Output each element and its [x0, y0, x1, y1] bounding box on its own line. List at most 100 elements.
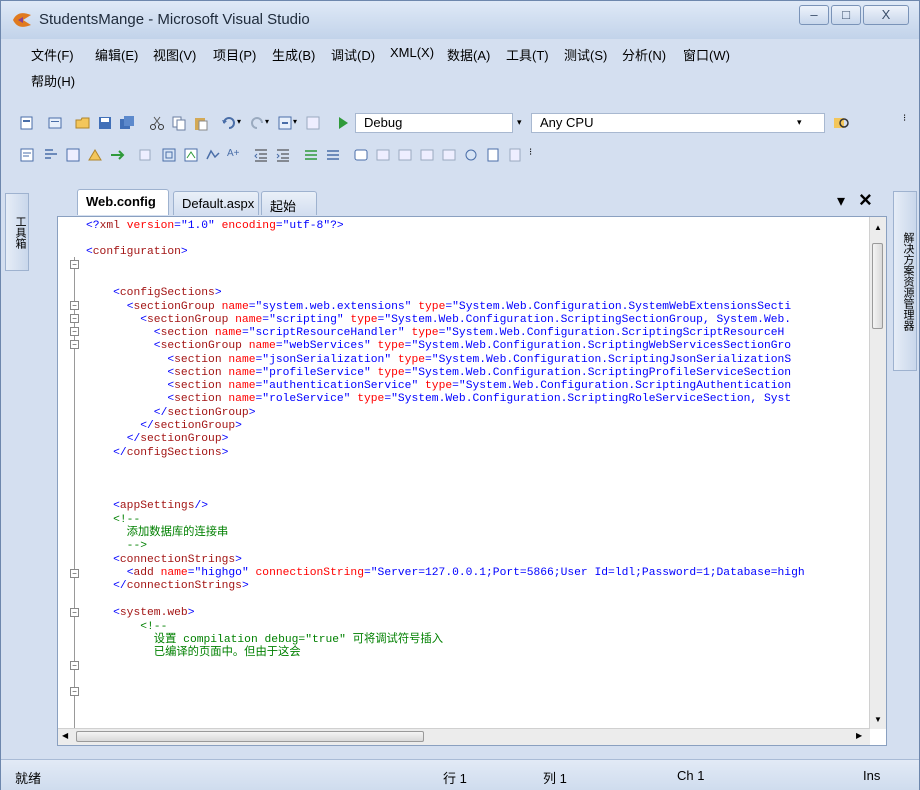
- tab-default-aspx[interactable]: Default.aspx: [173, 191, 259, 215]
- tb2-icon-6[interactable]: [137, 147, 153, 163]
- code-line[interactable]: <configuration>: [86, 246, 188, 259]
- tb2-icon-7[interactable]: [161, 147, 177, 163]
- code-line[interactable]: <section name="jsonSerialization" type="…: [86, 354, 791, 367]
- tb2-icon-2[interactable]: [43, 147, 59, 163]
- uncomment-icon[interactable]: [325, 147, 341, 163]
- fold-toggle-sectiongroup-1[interactable]: −: [70, 314, 79, 323]
- code-line[interactable]: <configSections>: [86, 287, 221, 300]
- tb2-icon-10[interactable]: [353, 147, 369, 163]
- code-line[interactable]: 设置 compilation debug="true" 可将调试符号插入: [86, 634, 443, 647]
- start-debugging-icon[interactable]: [335, 115, 351, 131]
- paste-icon[interactable]: [193, 115, 209, 131]
- menu-debug[interactable]: 调试(D): [331, 45, 375, 64]
- tb2-icon-1[interactable]: [19, 147, 35, 163]
- code-line[interactable]: <!--: [86, 514, 140, 527]
- tb2-icon-12[interactable]: [397, 147, 413, 163]
- redo-dropdown-icon[interactable]: ▾: [265, 117, 269, 126]
- tb2-icon-11[interactable]: [375, 147, 391, 163]
- tb2-icon-8[interactable]: [183, 147, 199, 163]
- code-line[interactable]: 已编译的页面中。但由于这会: [86, 647, 301, 660]
- menu-help[interactable]: 帮助(H): [31, 71, 75, 90]
- code-line[interactable]: </sectionGroup>: [86, 433, 229, 446]
- menu-data[interactable]: 数据(A): [447, 45, 490, 64]
- navigate-back-icon[interactable]: [305, 115, 321, 131]
- tb2-icon-13[interactable]: [419, 147, 435, 163]
- cut-icon[interactable]: [149, 115, 165, 131]
- code-line[interactable]: </configSections>: [86, 447, 228, 460]
- solution-platform-combo[interactable]: Any CPU: [531, 113, 825, 133]
- menu-build[interactable]: 生成(B): [272, 45, 315, 64]
- new-project-icon[interactable]: [19, 115, 35, 131]
- code-line[interactable]: 添加数据库的连接串: [86, 527, 229, 540]
- tb2-icon-9[interactable]: [205, 147, 221, 163]
- code-line[interactable]: <section name="profileService" type="Sys…: [86, 367, 791, 380]
- menu-test[interactable]: 测试(S): [564, 45, 607, 64]
- code-line[interactable]: <sectionGroup name="scripting" type="Sys…: [86, 314, 791, 327]
- tab-list-dropdown-icon[interactable]: ▾: [837, 191, 845, 211]
- copy-icon[interactable]: [171, 115, 187, 131]
- fold-toggle-sectiongroup-2[interactable]: −: [70, 327, 79, 336]
- solution-configuration-dropdown-icon[interactable]: ▾: [517, 117, 522, 128]
- comment-icon[interactable]: [303, 147, 319, 163]
- solution-configuration-combo[interactable]: Debug: [355, 113, 513, 133]
- tab-web-config[interactable]: Web.config: [77, 189, 169, 215]
- code-editor[interactable]: − − − − − − − − − <?xml version="1.0" en…: [57, 216, 887, 746]
- scroll-left-icon[interactable]: ◀: [62, 731, 68, 740]
- menu-tools[interactable]: 工具(T): [506, 45, 549, 64]
- code-line[interactable]: <section name="roleService" type="System…: [86, 393, 791, 406]
- tb2-overflow-icon[interactable]: ⁝: [529, 147, 532, 158]
- code-line[interactable]: <sectionGroup name="webServices" type="S…: [86, 340, 791, 353]
- menu-window[interactable]: 窗口(W): [683, 45, 730, 64]
- code-line[interactable]: <appSettings/>: [86, 500, 208, 513]
- redo-icon[interactable]: [249, 115, 265, 131]
- maximize-button[interactable]: □: [831, 5, 861, 25]
- fold-toggle-configsections[interactable]: −: [70, 301, 79, 310]
- tb2-font-size-icon[interactable]: A+: [227, 148, 240, 159]
- tab-start-page[interactable]: 起始页: [261, 191, 317, 233]
- toolbox-panel-tab[interactable]: 工具箱: [5, 193, 29, 271]
- menu-analyze[interactable]: 分析(N): [622, 45, 666, 64]
- horizontal-scrollbar[interactable]: ◀ ▶: [58, 728, 870, 745]
- code-line[interactable]: <add name="highgo" connectionString="Ser…: [86, 567, 805, 580]
- code-line[interactable]: </sectionGroup>: [86, 420, 242, 433]
- vertical-scroll-thumb[interactable]: [872, 243, 883, 329]
- add-item-icon[interactable]: [47, 115, 63, 131]
- code-line[interactable]: <system.web>: [86, 607, 194, 620]
- code-line[interactable]: <section name="authenticationService" ty…: [86, 380, 791, 393]
- outdent-icon[interactable]: [253, 147, 269, 163]
- indent-icon[interactable]: [275, 147, 291, 163]
- code-line[interactable]: <!--: [86, 621, 167, 634]
- code-line[interactable]: -->: [86, 540, 147, 553]
- code-line[interactable]: <connectionStrings>: [86, 554, 242, 567]
- title-bar[interactable]: StudentsMange - Microsoft Visual Studio …: [1, 1, 919, 39]
- fold-toggle-system-web[interactable]: −: [70, 661, 79, 670]
- scroll-down-icon[interactable]: ▼: [874, 715, 882, 724]
- undo-dropdown-icon[interactable]: ▾: [237, 117, 241, 126]
- fold-toggle-comment-2[interactable]: −: [70, 687, 79, 696]
- code-line[interactable]: </sectionGroup>: [86, 407, 256, 420]
- solution-explorer-panel-tab[interactable]: 解决方案资源管理器: [893, 191, 917, 371]
- toolbar-overflow-icon[interactable]: ⁝: [903, 113, 906, 124]
- tb2-icon-15[interactable]: [463, 147, 479, 163]
- find-in-files-icon[interactable]: [833, 115, 849, 131]
- menu-project[interactable]: 项目(P): [213, 45, 256, 64]
- save-all-icon[interactable]: [119, 115, 135, 131]
- tb2-icon-4[interactable]: [87, 147, 103, 163]
- close-button[interactable]: X: [863, 5, 909, 25]
- vertical-scrollbar[interactable]: ▲ ▼: [869, 217, 886, 729]
- navigate-icon[interactable]: [277, 115, 293, 131]
- tb2-icon-16[interactable]: [485, 147, 501, 163]
- code-line[interactable]: <?xml version="1.0" encoding="utf-8"?>: [86, 220, 344, 233]
- navigate-dropdown-icon[interactable]: ▾: [293, 117, 297, 126]
- tb2-icon-5[interactable]: [109, 147, 125, 163]
- close-tab-icon[interactable]: ×: [859, 187, 872, 213]
- tb2-icon-17[interactable]: [507, 147, 523, 163]
- scroll-right-icon[interactable]: ▶: [856, 731, 862, 740]
- save-icon[interactable]: [97, 115, 113, 131]
- code-line[interactable]: <section name="scriptResourceHandler" ty…: [86, 327, 785, 340]
- tb2-icon-14[interactable]: [441, 147, 457, 163]
- solution-platform-dropdown-icon[interactable]: ▾: [797, 117, 802, 128]
- horizontal-scroll-thumb[interactable]: [76, 731, 424, 742]
- menu-view[interactable]: 视图(V): [153, 45, 196, 64]
- code-line[interactable]: </connectionStrings>: [86, 580, 249, 593]
